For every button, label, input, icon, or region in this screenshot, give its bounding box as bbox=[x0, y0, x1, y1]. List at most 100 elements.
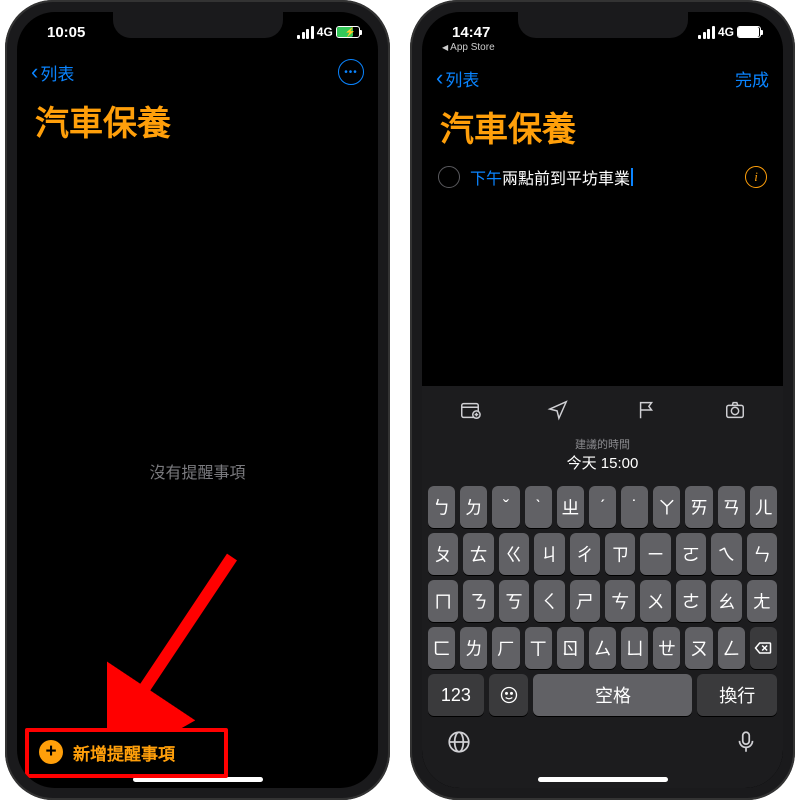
key[interactable]: ˋ bbox=[525, 486, 552, 528]
info-icon[interactable]: i bbox=[745, 166, 767, 188]
key[interactable]: ㄋ bbox=[463, 580, 493, 622]
key[interactable]: ㄓ bbox=[557, 486, 584, 528]
key[interactable]: ㄇ bbox=[428, 580, 458, 622]
key[interactable]: ㄏ bbox=[492, 627, 519, 669]
back-button[interactable]: ‹ 列表 bbox=[31, 59, 74, 85]
key[interactable]: ㄛ bbox=[676, 533, 706, 575]
empty-state-text: 沒有提醒事項 bbox=[17, 153, 378, 788]
key[interactable]: ㄕ bbox=[570, 580, 600, 622]
screen-right: 14:47 4G ◀ App Store ‹ 列表 完成 汽車保養 下午兩點前到… bbox=[422, 12, 783, 788]
chevron-left-icon: ‹ bbox=[436, 65, 443, 91]
key[interactable]: ㄩ bbox=[621, 627, 648, 669]
reminder-checkbox[interactable] bbox=[438, 166, 460, 188]
key[interactable]: ˇ bbox=[492, 486, 519, 528]
phone-right: 14:47 4G ◀ App Store ‹ 列表 完成 汽車保養 下午兩點前到… bbox=[410, 0, 795, 800]
nav-bar: ‹ 列表 完成 bbox=[422, 58, 783, 98]
notch bbox=[113, 12, 283, 38]
keyboard-suggestion[interactable]: 建議的時間 今天 15:00 bbox=[426, 432, 779, 481]
key[interactable]: ㄈ bbox=[428, 627, 455, 669]
key[interactable]: ㄣ bbox=[747, 533, 777, 575]
flag-icon[interactable] bbox=[636, 399, 658, 426]
space-key[interactable]: 空格 bbox=[533, 674, 692, 716]
plus-circle-icon: + bbox=[39, 740, 63, 764]
emoji-key[interactable] bbox=[489, 674, 529, 716]
key[interactable]: ㄧ bbox=[640, 533, 670, 575]
keyboard-bottom-bar bbox=[426, 721, 779, 782]
key[interactable]: ㄨ bbox=[640, 580, 670, 622]
status-time: 10:05 bbox=[47, 24, 85, 41]
add-reminder-button[interactable]: + 新增提醒事項 bbox=[29, 730, 366, 774]
return-key[interactable]: 換行 bbox=[697, 674, 777, 716]
more-options-button[interactable]: ••• bbox=[338, 59, 364, 85]
back-label: 列表 bbox=[445, 66, 479, 91]
chevron-left-icon: ‹ bbox=[31, 59, 38, 85]
key[interactable]: ㄠ bbox=[711, 580, 741, 622]
key[interactable]: ㄉ bbox=[460, 486, 487, 528]
screen-left: 10:05 4G ⚡ ‹ 列表 ••• 汽車保養 沒有提醒事項 + 新增提醒事項 bbox=[17, 12, 378, 788]
calendar-add-icon[interactable] bbox=[459, 399, 481, 426]
key[interactable]: ˊ bbox=[589, 486, 616, 528]
key[interactable]: ㄆ bbox=[428, 533, 458, 575]
key[interactable]: ㄟ bbox=[711, 533, 741, 575]
key[interactable]: ㄝ bbox=[653, 627, 680, 669]
key[interactable]: ㄞ bbox=[685, 486, 712, 528]
key[interactable]: ㄎ bbox=[499, 580, 529, 622]
return-to-app-button[interactable]: ◀ App Store bbox=[442, 42, 495, 53]
keyboard-row-2: ㄆㄊㄍㄐㄔㄗㄧㄛㄟㄣ bbox=[428, 533, 777, 575]
globe-icon[interactable] bbox=[446, 729, 472, 760]
charging-icon: ⚡ bbox=[345, 27, 356, 38]
key[interactable]: ㄗ bbox=[605, 533, 635, 575]
camera-icon[interactable] bbox=[724, 399, 746, 426]
status-right: 4G ⚡ bbox=[297, 25, 356, 39]
home-indicator[interactable] bbox=[133, 777, 263, 782]
keyboard-row-1: ㄅㄉˇˋㄓˊ˙ㄚㄞㄢㄦ bbox=[428, 486, 777, 528]
key[interactable]: ㄥ bbox=[718, 627, 745, 669]
key[interactable]: ㄙ bbox=[589, 627, 616, 669]
text-cursor bbox=[631, 168, 633, 186]
suggestion-label: 建議的時間 bbox=[426, 436, 779, 452]
triangle-left-icon: ◀ bbox=[442, 43, 448, 52]
suggestion-value: 今天 15:00 bbox=[426, 452, 779, 473]
location-arrow-icon[interactable] bbox=[547, 399, 569, 426]
ellipsis-icon: ••• bbox=[344, 67, 358, 78]
reminder-highlight-span: 下午 bbox=[470, 165, 502, 189]
key[interactable]: ㄜ bbox=[676, 580, 706, 622]
key[interactable]: ㄦ bbox=[750, 486, 777, 528]
keyboard-row-4: ㄈㄌㄏㄒㄖㄙㄩㄝㄡㄥ bbox=[428, 627, 777, 669]
keyboard: 建議的時間 今天 15:00 ㄅㄉˇˋㄓˊ˙ㄚㄞㄢㄦ ㄆㄊㄍㄐㄔㄗㄧㄛㄟㄣ ㄇㄋ… bbox=[422, 385, 783, 788]
status-right: 4G bbox=[698, 25, 761, 39]
home-indicator[interactable] bbox=[538, 777, 668, 782]
key[interactable]: ㄑ bbox=[534, 580, 564, 622]
key[interactable]: ㄍ bbox=[499, 533, 529, 575]
numbers-key[interactable]: 123 bbox=[428, 674, 484, 716]
signal-icon bbox=[698, 26, 715, 39]
reminder-item[interactable]: 下午兩點前到平坊車業 i bbox=[422, 159, 783, 195]
key[interactable]: ㄡ bbox=[685, 627, 712, 669]
key[interactable]: ㄘ bbox=[605, 580, 635, 622]
done-button[interactable]: 完成 bbox=[735, 66, 769, 91]
key[interactable]: ㄔ bbox=[570, 533, 600, 575]
key[interactable]: ㄢ bbox=[718, 486, 745, 528]
key[interactable]: ㄌ bbox=[460, 627, 487, 669]
status-time: 14:47 bbox=[452, 24, 490, 41]
key[interactable]: ㄅ bbox=[428, 486, 455, 528]
key[interactable]: ㄒ bbox=[525, 627, 552, 669]
key[interactable]: ㄤ bbox=[747, 580, 777, 622]
signal-icon bbox=[297, 26, 314, 39]
microphone-icon[interactable] bbox=[733, 729, 759, 760]
key[interactable]: ㄚ bbox=[653, 486, 680, 528]
keyboard-row-bottom: 123 空格 換行 bbox=[428, 674, 777, 716]
key[interactable]: ˙ bbox=[621, 486, 648, 528]
battery-icon bbox=[737, 26, 761, 38]
reminder-text-input[interactable]: 下午兩點前到平坊車業 bbox=[470, 165, 735, 189]
key[interactable]: ㄐ bbox=[534, 533, 564, 575]
keyboard-toolbar bbox=[426, 392, 779, 432]
key[interactable]: ㄊ bbox=[463, 533, 493, 575]
back-button[interactable]: ‹ 列表 bbox=[436, 65, 479, 91]
back-label: 列表 bbox=[40, 60, 74, 85]
key[interactable]: ㄖ bbox=[557, 627, 584, 669]
keyboard-row-3: ㄇㄋㄎㄑㄕㄘㄨㄜㄠㄤ bbox=[428, 580, 777, 622]
network-label: 4G bbox=[317, 25, 333, 39]
reminder-rest-span: 兩點前到平坊車業 bbox=[502, 165, 630, 189]
backspace-key[interactable] bbox=[750, 627, 777, 669]
